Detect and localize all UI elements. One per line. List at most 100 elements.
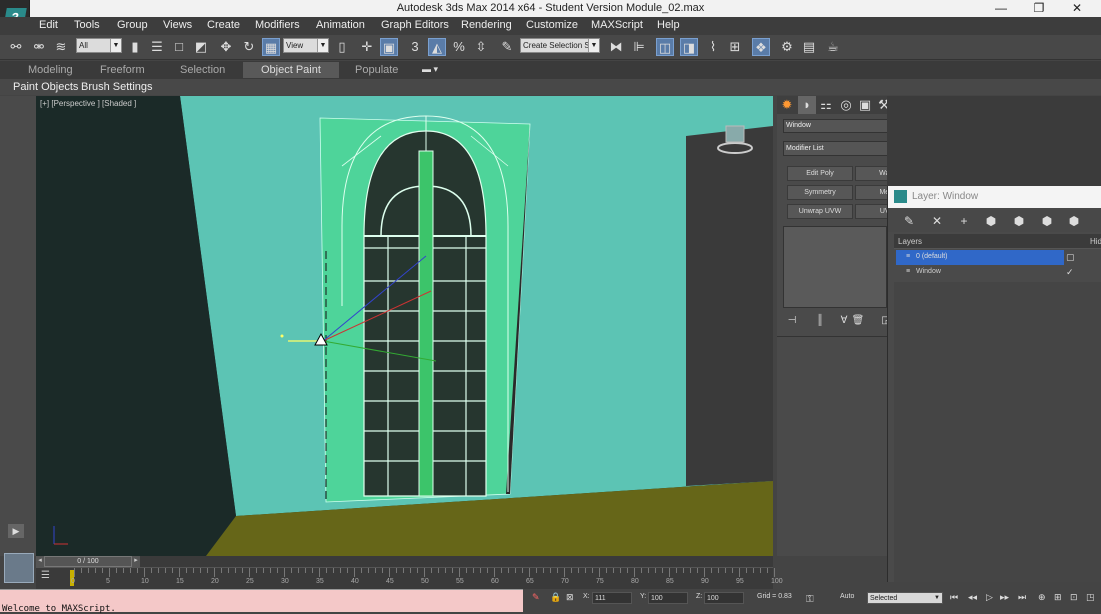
select-by-name-icon[interactable]: ☰ — [148, 38, 166, 56]
tab-populate[interactable]: Populate — [355, 64, 398, 76]
percent-snap-icon[interactable]: % — [450, 38, 468, 56]
highlight-layers-icon[interactable]: ⬢ — [1010, 212, 1028, 230]
keyboard-shortcut-override-icon[interactable]: ▣ — [380, 38, 398, 56]
rendered-frame-window-icon[interactable]: ▤ — [800, 38, 818, 56]
rectangle-selection-icon[interactable]: □ — [170, 38, 188, 56]
unlink-icon[interactable]: ⚮ — [30, 38, 48, 56]
graphite-tools-icon[interactable]: ◨ — [680, 38, 698, 56]
menu-modifiers[interactable]: Modifiers — [255, 19, 300, 31]
viewport-label[interactable]: [+] [Perspective ] [Shaded ] — [40, 99, 136, 108]
close-button[interactable]: ✕ — [1060, 0, 1094, 17]
time-slider[interactable]: ◂ 0 / 100 ▸ — [36, 556, 773, 567]
hide-toggle-icon[interactable]: ▢ — [1066, 250, 1075, 264]
create-layer-icon[interactable]: ✎ — [900, 212, 918, 230]
zoom-all-icon[interactable]: ⊞ — [1054, 592, 1062, 603]
link-icon[interactable]: ⚯ — [7, 38, 25, 56]
show-end-result-icon[interactable]: ║ — [811, 312, 829, 330]
auto-key-button[interactable]: Auto — [840, 593, 854, 600]
menu-maxscript[interactable]: MAXScript — [591, 19, 643, 31]
perspective-viewport[interactable]: [+] [Perspective ] [Shaded ] — [36, 96, 773, 556]
menu-customize[interactable]: Customize — [526, 19, 578, 31]
freeze-all-layers-icon[interactable]: ⬢ — [1065, 212, 1083, 230]
maxscript-listener[interactable]: Welcome to MAXScript. — [0, 589, 523, 614]
time-slider-thumb[interactable]: 0 / 100 — [44, 556, 132, 567]
bind-spacewarp-icon[interactable]: ≋ — [52, 38, 70, 56]
spinner-snap-icon[interactable]: ⇳ — [472, 38, 490, 56]
hide-all-layers-icon[interactable]: ⬢ — [1038, 212, 1056, 230]
menu-tools[interactable]: Tools — [74, 19, 100, 31]
snaps-toggle-icon[interactable]: 3 — [406, 38, 424, 56]
add-to-layer-icon[interactable]: + — [955, 212, 973, 230]
menu-views[interactable]: Views — [163, 19, 192, 31]
track-bar-menu-icon[interactable]: ☰ — [41, 570, 50, 581]
layer-row[interactable]: Window ≡ ✓ — [894, 265, 1101, 280]
menu-edit[interactable]: Edit — [39, 19, 58, 31]
menu-rendering[interactable]: Rendering — [461, 19, 512, 31]
layer-list-empty-area[interactable] — [894, 282, 1101, 582]
menu-create[interactable]: Create — [207, 19, 240, 31]
layer-window-titlebar[interactable]: Layer: Window — [888, 186, 1101, 208]
menu-graph-editors[interactable]: Graph Editors — [381, 19, 449, 31]
x-coordinate-field[interactable]: 111 — [592, 592, 632, 604]
layer-row[interactable]: 0 (default) ≡ ▢ — [894, 250, 1101, 265]
curve-editor-icon[interactable]: ⌇ — [704, 38, 722, 56]
zoom-extents-icon[interactable]: ⊡ — [1070, 592, 1078, 603]
move-icon[interactable]: ✥ — [217, 38, 235, 56]
maximize-viewport-icon[interactable]: ◳ — [1086, 592, 1095, 603]
selection-filter-dropdown[interactable]: All ▼ — [76, 38, 122, 53]
brush-settings-button[interactable]: Brush Settings — [81, 81, 153, 93]
selection-icon[interactable]: ✎ — [532, 592, 540, 603]
previous-frame-icon[interactable]: ◂◂ — [968, 592, 977, 603]
tab-object-paint[interactable]: Object Paint — [243, 62, 339, 78]
pin-stack-icon[interactable]: ⊣ — [783, 312, 801, 330]
scale-icon[interactable]: ▦ — [262, 38, 280, 56]
select-manipulate-icon[interactable]: ✛ — [358, 38, 376, 56]
remove-modifier-icon[interactable]: 🗑 — [849, 312, 867, 330]
key-icon[interactable]: ⚿ — [806, 594, 814, 605]
tab-modeling[interactable]: Modeling — [28, 64, 73, 76]
material-editor-icon[interactable]: ❖ — [752, 38, 770, 56]
mini-listener-icon[interactable] — [4, 553, 34, 583]
render-production-icon[interactable]: ☕ — [824, 38, 842, 56]
display-tab-icon[interactable]: ▣ — [856, 96, 874, 114]
render-setup-icon[interactable]: ⚙ — [778, 38, 796, 56]
create-tab-icon[interactable]: ✹ — [778, 96, 796, 114]
motion-tab-icon[interactable]: ◎ — [837, 96, 855, 114]
ribbon-options-icon[interactable]: ▬ ▾ — [422, 64, 438, 75]
tab-freeform[interactable]: Freeform — [100, 64, 145, 76]
key-filter-dropdown[interactable]: Selected ▼ — [867, 592, 943, 604]
goto-start-icon[interactable]: ⏮ — [950, 592, 958, 603]
named-selection-dropdown[interactable]: Create Selection S ▼ — [520, 38, 600, 53]
pivot-center-icon[interactable]: ▯ — [333, 38, 351, 56]
rotate-icon[interactable]: ↻ — [240, 38, 258, 56]
tab-selection[interactable]: Selection — [180, 64, 225, 76]
delete-layer-icon[interactable]: ✕ — [928, 212, 946, 230]
modifier-stack[interactable] — [783, 226, 887, 308]
edit-named-selection-icon[interactable]: ✎ — [498, 38, 516, 56]
minimize-button[interactable]: — — [984, 0, 1018, 17]
edit-poly-button[interactable]: Edit Poly — [787, 166, 853, 181]
align-icon[interactable]: ⊫ — [630, 38, 648, 56]
angle-snap-icon[interactable]: ◭ — [428, 38, 446, 56]
zoom-icon[interactable]: ⊕ — [1038, 592, 1046, 603]
y-coordinate-field[interactable]: 100 — [648, 592, 688, 604]
goto-end-icon[interactable]: ⏭ — [1018, 592, 1026, 603]
paint-objects-button[interactable]: Paint Objects — [13, 81, 78, 93]
layers-column-header[interactable]: Layers — [898, 237, 922, 246]
unwrap-uvw-button[interactable]: Unwrap UVW — [787, 204, 853, 219]
reference-coordinate-dropdown[interactable]: View ▼ — [283, 38, 329, 53]
play-animation-icon[interactable]: ▷ — [986, 592, 993, 603]
z-coordinate-field[interactable]: 100 — [704, 592, 744, 604]
mirror-icon[interactable]: ⧓ — [607, 38, 625, 56]
select-object-icon[interactable]: ▮ — [126, 38, 144, 56]
layer-manager-icon[interactable]: ◫ — [656, 38, 674, 56]
select-objects-in-layer-icon[interactable]: ⬢ — [982, 212, 1000, 230]
active-checkmark-icon[interactable]: ✓ — [1066, 265, 1074, 279]
restore-button[interactable]: ❐ — [1022, 0, 1056, 17]
absolute-mode-icon[interactable]: ⊠ — [566, 592, 574, 603]
chevron-left-icon[interactable]: ◂ — [36, 556, 44, 567]
chevron-right-icon[interactable]: ▸ — [132, 556, 140, 567]
window-crossing-icon[interactable]: ◩ — [192, 38, 210, 56]
menu-group[interactable]: Group — [117, 19, 148, 31]
lock-icon[interactable]: 🔒 — [550, 592, 561, 603]
